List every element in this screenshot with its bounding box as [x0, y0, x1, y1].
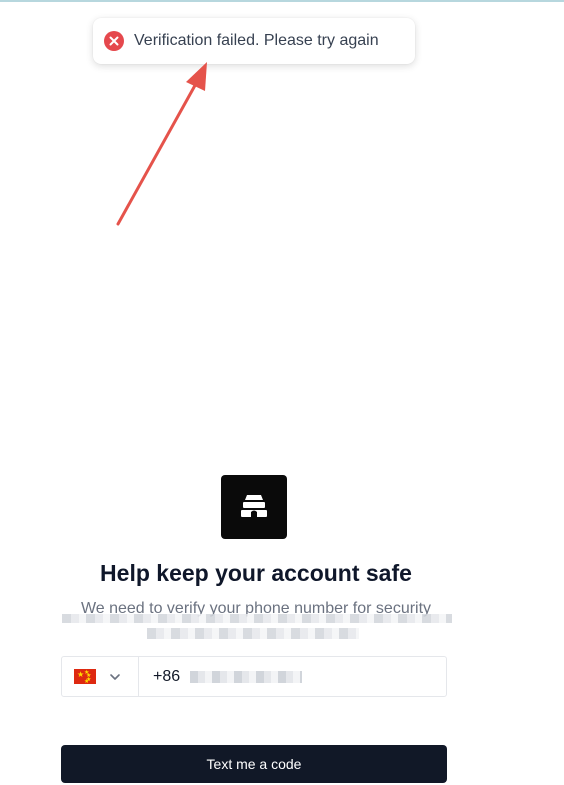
phone-number-input[interactable]: +86 [139, 657, 446, 696]
brand-logo [221, 475, 287, 539]
redacted-text [62, 614, 452, 623]
beehive-icon [241, 495, 267, 518]
dial-code: +86 [153, 667, 181, 685]
chevron-down-icon [110, 673, 120, 680]
error-toast: Verification failed. Please try again [93, 18, 415, 64]
china-flag-icon: ★ ★ ★ ★ ★ [74, 669, 96, 685]
redacted-phone-number [190, 670, 303, 683]
toast-message: Verification failed. Please try again [134, 32, 379, 49]
redacted-text [147, 628, 359, 639]
page-title: Help keep your account safe [100, 560, 412, 586]
phone-field: ★ ★ ★ ★ ★ +86 [61, 656, 447, 697]
country-code-select[interactable]: ★ ★ ★ ★ ★ [62, 657, 139, 696]
error-circle-icon [104, 31, 124, 51]
top-border [0, 0, 564, 2]
text-me-code-button[interactable]: Text me a code [61, 745, 447, 783]
